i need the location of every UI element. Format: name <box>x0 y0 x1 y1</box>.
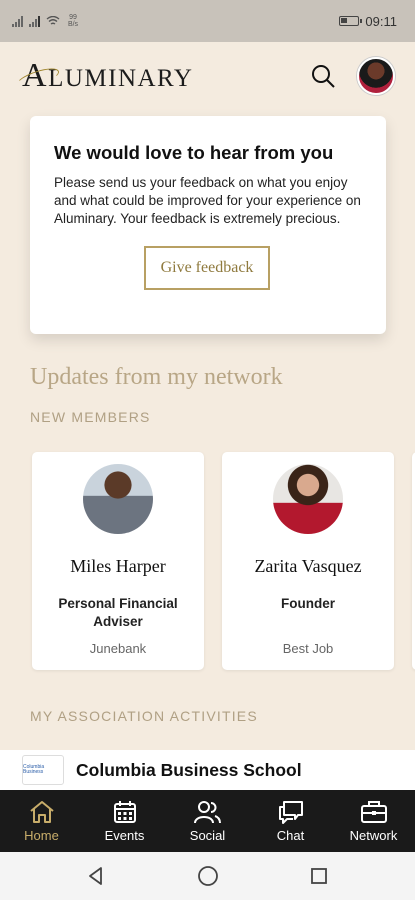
nav-label: Social <box>189 827 226 843</box>
nav-label: Home <box>24 827 59 843</box>
recents-square-icon <box>310 868 327 884</box>
chat-icon <box>278 800 303 824</box>
header-actions <box>309 57 395 95</box>
give-feedback-button[interactable]: Give feedback <box>144 246 270 290</box>
back-button[interactable] <box>81 861 111 891</box>
wifi-icon <box>46 16 60 26</box>
status-time: 09:11 <box>365 13 397 29</box>
signal-icon-2 <box>29 15 40 27</box>
nav-label: Events <box>104 827 145 843</box>
school-name: Columbia Business School <box>76 759 302 780</box>
app-header: A LUMINARY <box>0 42 415 110</box>
system-nav <box>0 852 415 900</box>
updates-title: Updates from my network <box>30 364 283 390</box>
school-logo: Columbia Business <box>22 755 64 785</box>
nav-home[interactable]: Home <box>0 790 83 852</box>
nav-social[interactable]: Social <box>166 790 249 852</box>
feedback-body: Please send us your feedback on what you… <box>54 175 361 226</box>
nav-chat[interactable]: Chat <box>249 790 332 852</box>
association-item[interactable]: Columbia Business Columbia Business Scho… <box>0 750 415 790</box>
people-icon <box>193 800 221 823</box>
member-card[interactable]: Zarita Vasquez Founder Best Job <box>222 452 394 670</box>
calendar-icon <box>113 800 136 823</box>
member-avatar <box>273 464 343 534</box>
home-system-button[interactable] <box>193 861 223 891</box>
net-speed: 99 B/s <box>67 14 79 28</box>
member-card[interactable]: Miles Harper Personal Financial Adviser … <box>32 452 204 670</box>
member-name: Miles Harper <box>70 556 166 576</box>
signal-icon <box>12 15 23 27</box>
member-avatar <box>83 464 153 534</box>
logo-initial: A <box>14 57 62 95</box>
home-circle-icon <box>197 866 218 886</box>
back-triangle-icon <box>89 867 103 885</box>
aluminary-logo[interactable]: A LUMINARY <box>14 57 194 95</box>
feedback-card: We would love to hear from you Please se… <box>30 116 386 334</box>
home-icon <box>29 800 54 823</box>
member-name: Zarita Vasquez <box>254 556 362 576</box>
status-right: 09:11 <box>339 14 397 29</box>
status-left: 99 B/s <box>12 14 80 28</box>
nav-network[interactable]: Network <box>332 790 415 852</box>
new-members-label: NEW MEMBERS <box>30 409 151 425</box>
recents-button[interactable] <box>304 861 334 891</box>
status-bar: 99 B/s 09:11 <box>0 0 415 42</box>
search-icon <box>312 65 335 88</box>
battery-icon <box>339 16 363 26</box>
nav-label: Chat <box>276 827 305 843</box>
bottom-nav: Home Events Social Chat Network <box>0 790 415 852</box>
association-activities-label: MY ASSOCIATION ACTIVITIES <box>30 708 258 724</box>
member-company: Junebank <box>89 641 147 656</box>
nav-events[interactable]: Events <box>83 790 166 852</box>
logo-rest: LUMINARY <box>48 65 194 92</box>
nav-label: Network <box>349 827 398 843</box>
briefcase-icon <box>360 800 387 823</box>
member-company: Best Job <box>282 641 334 656</box>
search-button[interactable] <box>309 62 337 90</box>
profile-avatar[interactable] <box>357 57 395 95</box>
member-role: Founder <box>281 596 335 611</box>
member-role: Personal Financial Adviser <box>58 596 178 629</box>
feedback-title: We would love to hear from you <box>54 142 334 163</box>
battery-fill <box>341 18 348 23</box>
